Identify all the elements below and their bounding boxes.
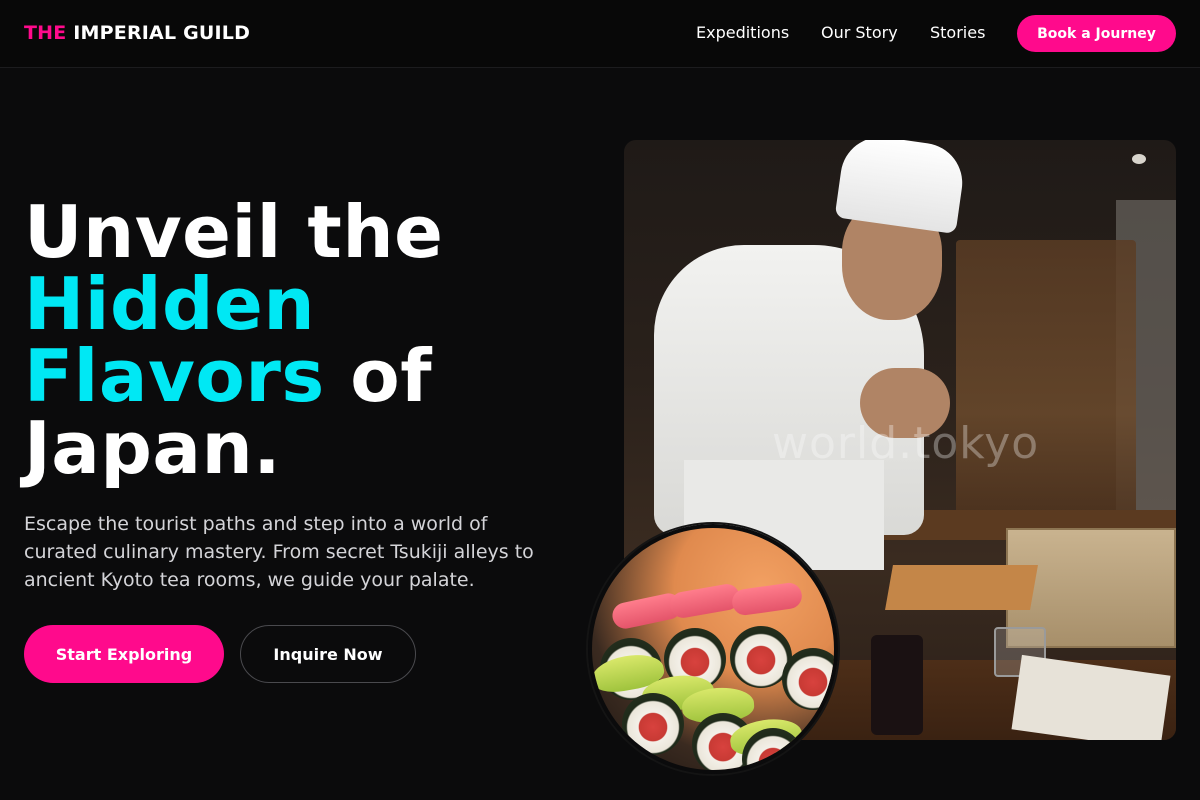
chef-hat (834, 140, 968, 235)
brand-name: IMPERIAL GUILD (73, 22, 251, 44)
brand-accent: THE (24, 22, 67, 44)
ceiling-light (1132, 154, 1146, 164)
photo-bottle (871, 635, 923, 735)
photo-watermark: world.tokyo (772, 418, 1040, 469)
inquire-now-button[interactable]: Inquire Now (240, 625, 416, 683)
brand-logo[interactable]: THE IMPERIAL GUILD (24, 22, 250, 44)
headline-line-1: Unveil the (24, 190, 444, 274)
hero-headline: Unveil the Hidden Flavors of Japan. (24, 196, 443, 484)
sushi-roll (782, 648, 834, 710)
book-journey-button[interactable]: Book a Journey (1017, 15, 1176, 52)
headline-line-3-rest: of (324, 334, 433, 418)
sushi-rolls-photo (588, 524, 838, 774)
sushi-roll (622, 693, 684, 755)
hero-description: Escape the tourist paths and step into a… (24, 513, 534, 591)
nav-link-expeditions[interactable]: Expeditions (696, 23, 789, 42)
nav-link-stories[interactable]: Stories (930, 23, 985, 42)
headline-line-4: Japan. (24, 406, 282, 490)
sushi-topping (668, 582, 742, 620)
sushi-topping (730, 581, 804, 617)
nav-link-our-story[interactable]: Our Story (821, 23, 898, 42)
headline-line-2: Hidden (24, 262, 316, 346)
start-exploring-button[interactable]: Start Exploring (24, 625, 224, 683)
headline-line-3: Flavors of (24, 340, 443, 412)
top-navbar: THE IMPERIAL GUILD Expeditions Our Story… (0, 0, 1200, 68)
photo-cutting-board (885, 565, 1038, 610)
photo-wood-panel (956, 240, 1136, 530)
